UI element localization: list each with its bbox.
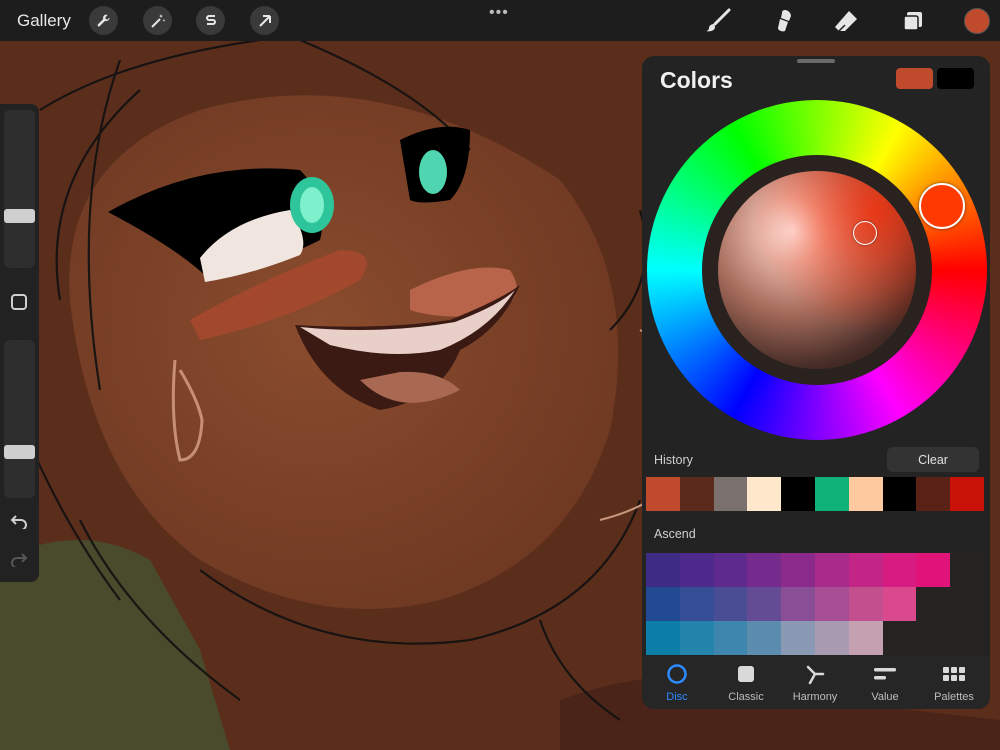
palette-swatch[interactable] [747,621,782,655]
history-swatch[interactable] [814,477,849,511]
palette-swatch[interactable] [781,553,815,587]
palette-swatch[interactable] [713,553,748,587]
arrow-icon[interactable] [250,6,279,35]
undo-icon[interactable] [8,510,30,532]
palette-swatch[interactable] [679,621,714,655]
brush-icon[interactable] [703,6,733,36]
history-swatch[interactable] [848,477,883,511]
magic-wand-icon[interactable] [143,6,172,35]
palette-swatch[interactable] [781,621,815,655]
top-toolbar: Gallery ••• [0,0,1000,41]
palette-swatch[interactable] [646,621,680,655]
history-swatch[interactable] [950,477,984,511]
hue-marker[interactable] [919,183,965,229]
palette-swatch[interactable] [848,621,883,655]
palette-swatch[interactable] [882,587,917,621]
tab-classic[interactable]: Classic [711,662,781,703]
palette-swatch[interactable] [713,587,748,621]
history-swatch[interactable] [713,477,748,511]
palette-swatch[interactable] [747,553,782,587]
color-picker-button[interactable] [964,8,990,34]
history-swatch[interactable] [679,477,714,511]
smudge-icon[interactable] [769,6,799,36]
wrench-icon[interactable] [89,6,118,35]
left-sidebar [0,104,39,582]
tab-harmony[interactable]: Harmony [780,662,850,703]
color-disc[interactable] [647,100,987,440]
clear-history-button[interactable]: Clear [887,447,979,472]
brush-size-knob[interactable] [4,209,35,223]
palette-label: Ascend [654,527,696,541]
redo-icon[interactable] [8,548,30,570]
selection-s-icon[interactable] [196,6,225,35]
palette-swatch[interactable] [747,587,782,621]
secondary-color-swatch[interactable] [937,68,974,89]
saturation-brightness-disc[interactable] [718,171,916,369]
palette-swatch[interactable] [814,621,849,655]
modify-button-icon[interactable] [11,294,27,310]
history-swatch[interactable] [781,477,815,511]
palette-swatch[interactable] [848,553,883,587]
history-label: History [654,453,693,467]
panel-title: Colors [660,67,733,93]
eraser-icon[interactable] [831,6,861,36]
layers-icon[interactable] [898,6,928,36]
palette-swatch[interactable] [916,553,951,587]
saturation-marker[interactable] [853,221,877,245]
palette-swatch[interactable] [814,587,849,621]
palette-swatch[interactable] [814,553,849,587]
history-swatch[interactable] [747,477,782,511]
color-mode-tabs: Disc Classic Harmony Value Palettes [642,656,990,709]
more-icon[interactable]: ••• [489,4,509,22]
palette-row [646,587,917,621]
colors-panel: Colors History Clear Ascend Disc Classic [642,56,990,709]
opacity-slider[interactable] [4,340,35,498]
primary-color-swatch[interactable] [896,68,933,89]
tab-palettes[interactable]: Palettes [919,662,989,703]
tab-disc[interactable]: Disc [642,662,712,703]
palette-swatch[interactable] [882,553,917,587]
classic-square-icon [711,662,781,686]
value-sliders-icon [850,662,920,686]
palettes-grid-icon [919,662,989,686]
harmony-icon [780,662,850,686]
palette-row [646,621,883,655]
disc-icon [642,662,712,686]
palette-row [646,553,951,587]
tab-value[interactable]: Value [850,662,920,703]
panel-grabber[interactable] [797,59,835,63]
opacity-knob[interactable] [4,445,35,459]
gallery-button[interactable]: Gallery [17,11,71,31]
palette-swatch[interactable] [646,587,680,621]
palette-swatch[interactable] [646,553,680,587]
history-swatch[interactable] [646,477,680,511]
palette-swatch[interactable] [848,587,883,621]
palette-swatch[interactable] [781,587,815,621]
palette-swatch[interactable] [679,553,714,587]
history-swatch[interactable] [916,477,951,511]
brush-size-slider[interactable] [4,110,35,268]
history-swatches [646,477,984,511]
palette-swatch[interactable] [679,587,714,621]
history-swatch[interactable] [882,477,917,511]
palette-swatch[interactable] [713,621,748,655]
